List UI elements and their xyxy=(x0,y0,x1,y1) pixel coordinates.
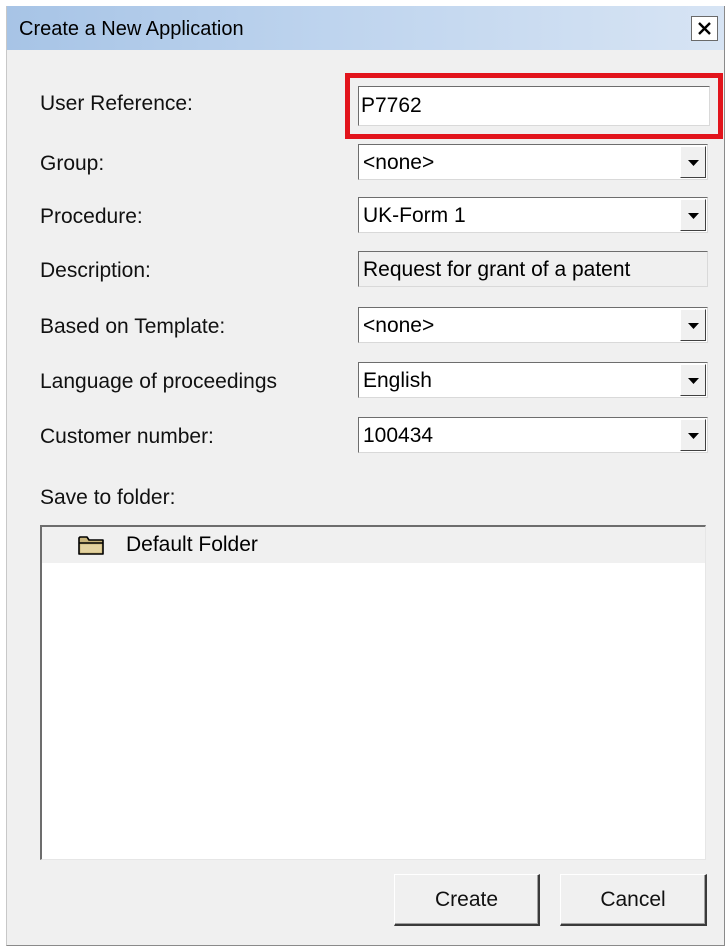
user-reference-value: P7762 xyxy=(361,94,422,117)
user-reference-highlight: P7762 xyxy=(345,73,723,139)
description-field: Request for grant of a patent xyxy=(358,251,708,287)
chevron-down-icon xyxy=(687,323,699,329)
window-title: Create a New Application xyxy=(19,18,244,40)
description-label: Description: xyxy=(40,259,151,282)
chevron-down-icon xyxy=(687,433,699,439)
chevron-down-icon xyxy=(687,160,699,166)
template-select[interactable]: <none> xyxy=(358,307,708,343)
group-value: <none> xyxy=(363,151,435,174)
chevron-down-icon xyxy=(687,378,699,384)
procedure-dropdown-button[interactable] xyxy=(680,199,706,231)
template-dropdown-button[interactable] xyxy=(680,309,706,341)
title-bar[interactable]: Create a New Application xyxy=(7,6,724,50)
procedure-value: UK-Form 1 xyxy=(363,204,466,227)
procedure-label: Procedure: xyxy=(40,205,143,228)
language-dropdown-button[interactable] xyxy=(680,364,706,396)
template-label: Based on Template: xyxy=(40,315,226,338)
create-button[interactable]: Create xyxy=(394,874,540,926)
user-reference-label: User Reference: xyxy=(40,92,193,115)
template-value: <none> xyxy=(363,314,435,337)
group-select[interactable]: <none> xyxy=(358,144,708,180)
language-label: Language of proceedings xyxy=(40,370,278,393)
user-reference-input[interactable]: P7762 xyxy=(358,86,710,126)
description-value: Request for grant of a patent xyxy=(363,258,631,281)
procedure-select[interactable]: UK-Form 1 xyxy=(358,197,708,233)
language-select[interactable]: English xyxy=(358,362,708,398)
group-label: Group: xyxy=(40,152,105,175)
chevron-down-icon xyxy=(687,213,699,219)
folder-item-label: Default Folder xyxy=(126,533,258,556)
customer-number-label: Customer number: xyxy=(40,425,214,448)
language-value: English xyxy=(363,369,432,392)
close-icon xyxy=(698,22,711,35)
create-application-dialog: Create a New Application User Reference:… xyxy=(6,6,725,946)
folder-item-default[interactable]: Default Folder xyxy=(42,527,705,563)
customer-number-value: 100434 xyxy=(363,424,434,447)
folder-tree[interactable]: Default Folder xyxy=(40,525,706,860)
save-to-folder-label: Save to folder: xyxy=(40,486,176,509)
close-button[interactable] xyxy=(691,16,718,41)
cancel-button[interactable]: Cancel xyxy=(560,874,707,926)
customer-number-dropdown-button[interactable] xyxy=(680,419,706,451)
folder-icon xyxy=(78,536,104,555)
customer-number-select[interactable]: 100434 xyxy=(358,417,708,453)
group-dropdown-button[interactable] xyxy=(680,146,706,178)
